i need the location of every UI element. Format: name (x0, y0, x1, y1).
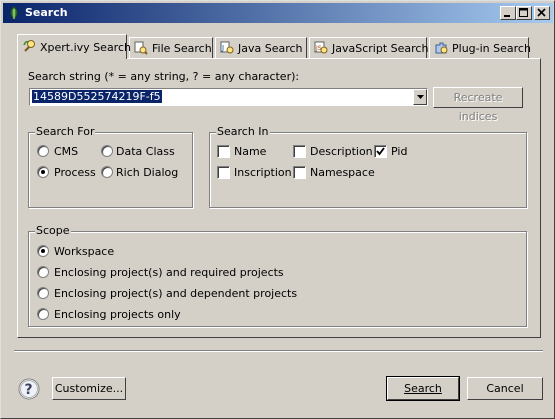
radio-required-projects-label: Enclosing project(s) and required projec… (54, 266, 284, 279)
checkbox-namespace-label: Namespace (310, 166, 375, 179)
radio-dependent-projects[interactable] (37, 287, 49, 299)
checkbox-description[interactable] (293, 145, 306, 158)
chevron-down-icon (417, 95, 424, 99)
radio-rich-dialog[interactable] (101, 166, 113, 178)
checkbox-description-label: Description (310, 145, 373, 158)
radio-enclosing-only-label: Enclosing projects only (54, 308, 181, 321)
recreate-indices-label: Recreate indices (453, 91, 503, 123)
checkbox-inscription-label: Inscription (234, 166, 292, 179)
checkbox-name[interactable] (217, 145, 230, 158)
checkbox-pid-label: Pid (391, 145, 408, 158)
radio-required-projects[interactable] (37, 266, 49, 278)
radio-workspace-label: Workspace (54, 245, 115, 258)
radio-dependent-projects-label: Enclosing project(s) and dependent proje… (54, 287, 298, 300)
search-in-title: Search In (216, 125, 270, 138)
radio-process[interactable] (37, 166, 49, 178)
checkbox-pid[interactable] (374, 145, 387, 158)
radio-workspace[interactable] (37, 245, 49, 257)
checkbox-inscription[interactable] (217, 166, 230, 179)
search-dialog: Search Xpert.ivy Search File Search J Ja… (0, 0, 555, 419)
radio-rich-dialog-label: Rich Dialog (116, 166, 179, 179)
radio-process-label: Process (54, 166, 96, 179)
radio-cms-label: CMS (54, 145, 79, 158)
radio-enclosing-only[interactable] (37, 308, 49, 320)
search-for-title: Search For (35, 125, 96, 138)
recreate-indices-button[interactable]: Recreate indices (433, 87, 523, 123)
search-string-label: Search string (* = any string, ? = any c… (28, 70, 300, 83)
radio-cms[interactable] (37, 145, 49, 157)
search-string-combo[interactable]: 14589D552574219F-f5 (29, 88, 428, 106)
radio-data-class[interactable] (101, 145, 113, 157)
checkmark-icon (376, 147, 385, 156)
search-string-value[interactable]: 14589D552574219F-f5 (32, 90, 162, 103)
scope-title: Scope (35, 224, 71, 237)
combo-dropdown-button[interactable] (413, 89, 427, 105)
checkbox-name-label: Name (234, 145, 267, 158)
radio-data-class-label: Data Class (116, 145, 175, 158)
checkbox-namespace[interactable] (293, 166, 306, 179)
